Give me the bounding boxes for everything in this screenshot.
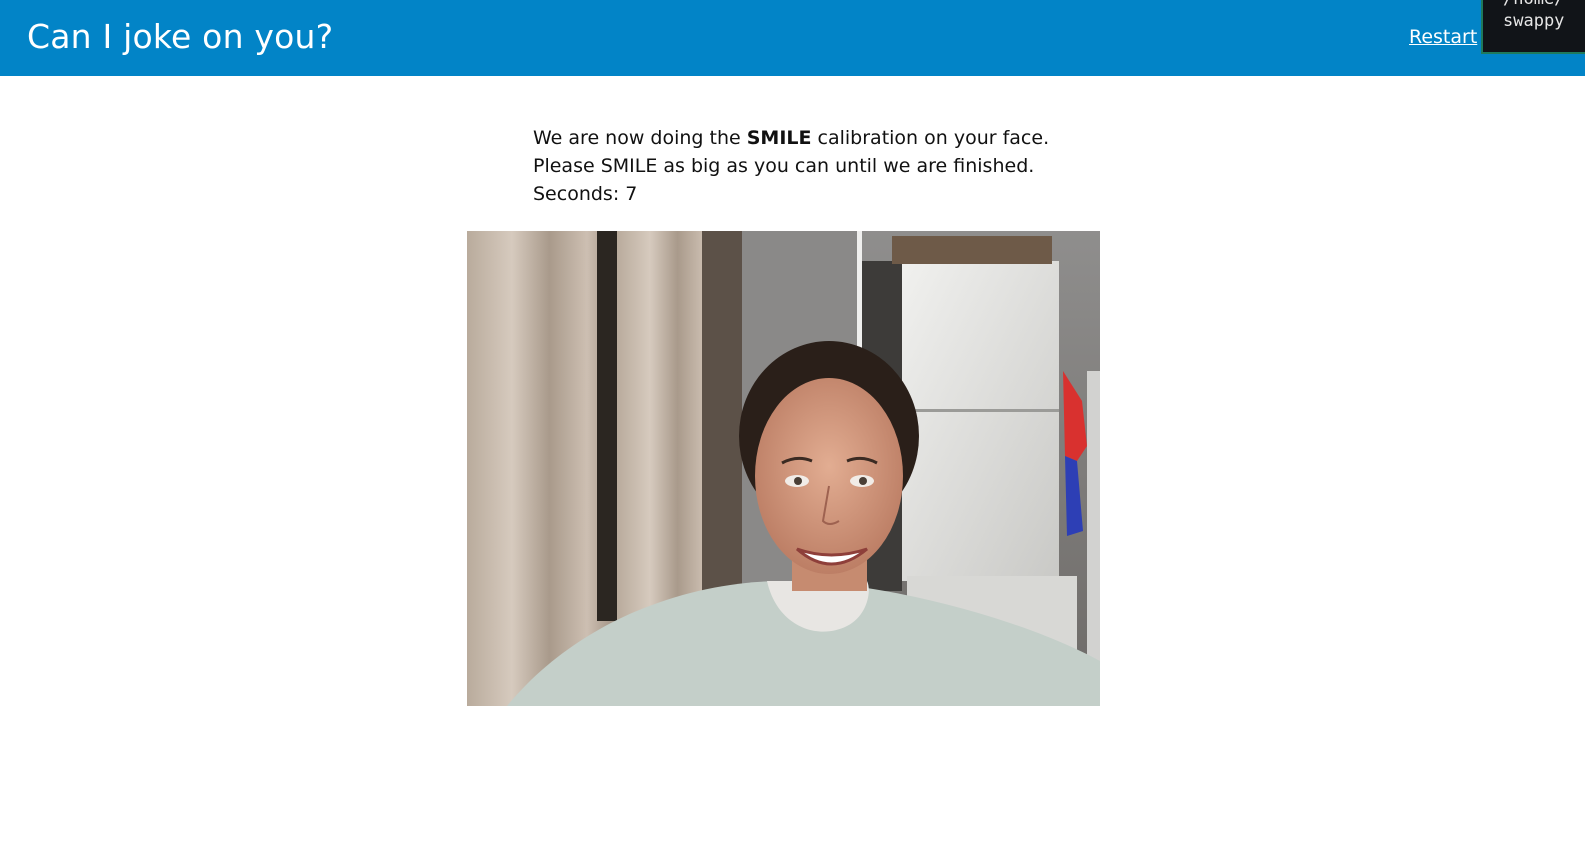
webcam-feed	[467, 231, 1100, 706]
countdown: Seconds: 7	[533, 180, 1133, 208]
terminal-overlay: /home/ swappy	[1481, 0, 1585, 54]
seconds-label: Seconds:	[533, 183, 620, 205]
smile-emphasis: SMILE	[746, 127, 812, 149]
terminal-line: swappy	[1503, 11, 1565, 31]
instruction-prefix: We are now doing the	[533, 127, 747, 149]
page-title: Can I joke on you?	[27, 17, 334, 56]
instruction-line-1: We are now doing the SMILE calibration o…	[533, 124, 1133, 152]
webcam-image	[467, 231, 1100, 706]
calibration-instructions: We are now doing the SMILE calibration o…	[533, 124, 1133, 208]
restart-link[interactable]: Restart	[1409, 24, 1477, 50]
header-bar: Can I joke on you? Restart	[0, 0, 1585, 76]
instruction-line-2: Please SMILE as big as you can until we …	[533, 155, 1035, 177]
terminal-line: /home/	[1503, 0, 1564, 10]
seconds-value: 7	[625, 183, 638, 205]
instruction-suffix: calibration on your face.	[811, 127, 1050, 149]
